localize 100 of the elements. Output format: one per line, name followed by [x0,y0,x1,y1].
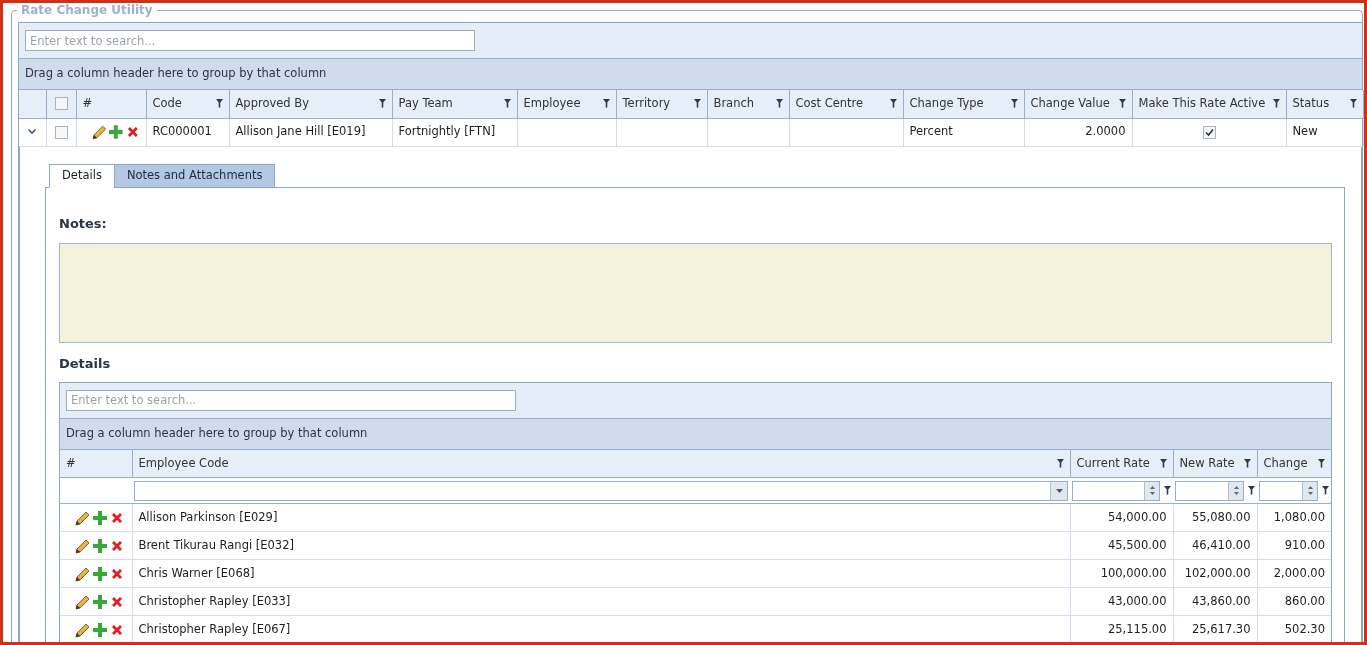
dropdown-arrow-icon[interactable] [1055,488,1063,493]
details-heading: Details [59,355,112,373]
table-cell: Percent [909,124,953,139]
add-icon[interactable] [92,565,108,582]
notes-label: Notes: [59,214,108,233]
filter-icon[interactable] [1349,99,1357,109]
column-header[interactable]: Pay Team [392,90,517,118]
delete-icon[interactable] [110,622,124,637]
pencil-icon[interactable] [74,565,90,582]
table-cell-text: 54,000.00 [1106,508,1167,526]
table-cell-text: 43,860.00 [1190,592,1251,610]
spin-up-icon[interactable] [1233,486,1239,489]
pencil-icon[interactable] [74,593,90,610]
delete-icon[interactable] [110,566,124,581]
filter-icon[interactable] [503,99,511,109]
delete-icon[interactable] [110,594,124,609]
column-header[interactable]: Branch [707,90,789,118]
checkbox[interactable] [54,97,68,111]
spin-up-icon[interactable] [1307,486,1313,489]
checkbox[interactable] [54,125,68,139]
tab[interactable]: Notes and Attachments [113,163,276,188]
column-header[interactable]: # [60,449,132,478]
filter-icon[interactable] [215,99,223,109]
table-cell-text: 43,000.00 [1106,592,1167,610]
add-icon[interactable] [92,593,108,610]
table-cell-text: 45,500.00 [1106,536,1167,554]
column-header[interactable]: Employee Code [132,449,1070,478]
table-cell: Allison Jane Hill [E019] [235,124,366,139]
filter-icon[interactable] [1010,99,1018,109]
table-cell-text: 2,000.00 [1272,564,1325,582]
filter-icon[interactable] [1272,99,1280,109]
column-header[interactable]: Code [146,90,229,118]
checkbox[interactable] [1202,125,1216,139]
pencil-icon[interactable] [74,537,90,554]
spin-up-icon[interactable] [1149,486,1155,489]
table-cell-text: 860.00 [1283,592,1325,610]
filter-icon[interactable] [775,99,783,109]
table-cell-text: 910.00 [1283,536,1325,554]
group-panel-hint: Drag a column header here to group by that column [25,65,327,83]
spin-down-icon[interactable] [1149,492,1155,495]
table-cell: Christopher Rapley [E067] [138,621,291,636]
delete-icon[interactable] [110,538,124,553]
filter-icon[interactable] [1243,458,1251,468]
filter-icon[interactable] [1056,458,1064,468]
tab[interactable]: Details [49,163,115,188]
table-cell: New [1292,124,1318,139]
table-cell-text: 1,080.00 [1272,508,1325,526]
caret-icon[interactable] [27,128,38,136]
pencil-icon[interactable] [74,509,90,526]
filter-icon[interactable] [889,99,897,109]
column-header[interactable]: Cost Centre [789,90,903,118]
table-cell: Chris Warner [E068] [138,565,255,580]
table-cell-text: 502.30 [1283,620,1325,638]
column-header[interactable]: Change Type [903,90,1024,118]
table-cell: Allison Parkinson [E029] [138,509,278,524]
table-cell-text: 100,000.00 [1099,564,1167,582]
column-header[interactable]: # [76,90,146,118]
add-icon[interactable] [92,537,108,554]
filter-icon[interactable] [378,99,386,109]
table-cell: Brent Tikurau Rangi [E032] [138,537,294,552]
table-cell: Fortnightly [FTN] [398,124,496,139]
table-cell: RC000001 [152,124,212,139]
add-icon[interactable] [92,509,108,526]
group-panel-hint: Drag a column header here to group by that column [66,424,368,442]
filter-icon[interactable] [1159,458,1167,468]
filter-icon[interactable] [1318,458,1325,468]
filter-icon[interactable] [602,99,610,109]
column-header[interactable]: Employee [517,90,616,118]
search-field[interactable]: Enter text to search... [25,30,475,51]
filter-spin-field[interactable] [1259,480,1318,501]
add-icon[interactable] [92,621,108,638]
filter-icon[interactable] [1118,99,1126,109]
column-header[interactable]: Make This Rate Active [1132,90,1286,118]
search-field[interactable]: Enter text to search... [66,389,516,411]
column-header[interactable]: Current Rate [1070,449,1173,478]
table-cell-text: 102,000.00 [1183,564,1251,582]
filter-icon[interactable] [1322,486,1329,495]
delete-icon[interactable] [110,510,124,525]
column-header[interactable]: New Rate [1173,449,1257,478]
spin-down-icon[interactable] [1233,492,1239,495]
filter-spin-field[interactable] [1175,480,1244,501]
table-cell-text: 25,617.30 [1190,620,1251,638]
add-icon[interactable] [108,124,124,140]
pencil-icon[interactable] [90,124,107,140]
table-cell-text: 46,410.00 [1190,536,1251,554]
table-cell: Christopher Rapley [E033] [138,593,291,608]
filter-icon[interactable] [693,99,701,109]
column-header[interactable]: Status [1286,90,1363,118]
delete-icon[interactable] [125,125,140,139]
panel-title: Rate Change Utility [21,3,153,17]
table-cell-text: 55,080.00 [1190,508,1251,526]
filter-icon[interactable] [1164,486,1171,495]
column-header[interactable]: Approved By [229,90,392,118]
filter-spin-field[interactable] [1072,480,1160,501]
column-header[interactable]: Change [1257,449,1331,478]
column-header[interactable]: Territory [616,90,707,118]
pencil-icon[interactable] [74,621,90,638]
spin-down-icon[interactable] [1307,492,1313,495]
column-header[interactable]: Change Value [1024,90,1132,118]
filter-icon[interactable] [1248,486,1255,495]
